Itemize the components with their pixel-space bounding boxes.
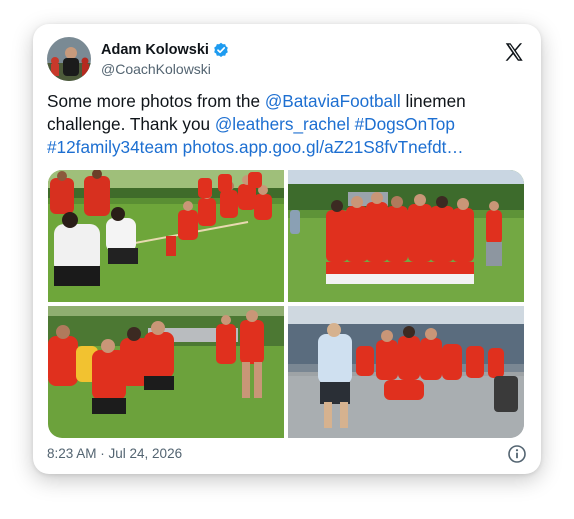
hashtag-dogsontop[interactable]: #DogsOnTop [355,114,455,134]
avatar[interactable] [47,37,91,81]
timestamp[interactable]: 8:23 AM · Jul 24, 2026 [47,446,182,461]
mention-leathers-rachel[interactable]: @leathers_rachel [215,114,350,134]
display-name[interactable]: Adam Kolowski [101,42,209,58]
photo-grid [48,170,524,438]
photo-team-group[interactable] [288,170,524,302]
name-row: Adam Kolowski [101,42,229,58]
photos-link[interactable]: photos.app.goo.gl/aZ21S8fvTnefdt… [183,137,464,157]
user-handle[interactable]: @CoachKolowski [101,61,211,77]
x-logo-icon[interactable] [503,41,525,63]
tweet-footer: 8:23 AM · Jul 24, 2026 [47,444,527,466]
hashtag-12family34team[interactable]: #12family34team [47,137,178,157]
tweet-header: Adam Kolowski @CoachKolowski [47,37,527,81]
verified-badge-icon [213,42,229,58]
post-text-prefix: Some more photos from the [47,91,265,111]
post-text: Some more photos from the @BataviaFootba… [47,90,527,159]
photo-tug-of-war[interactable] [48,170,284,302]
info-icon[interactable] [507,444,527,464]
mention-batavia-football[interactable]: @BataviaFootball [265,91,401,111]
photo-coach-and-players[interactable] [288,306,524,438]
tweet-card[interactable]: Adam Kolowski @CoachKolowski Some more p… [33,24,541,474]
photo-tug-of-war-close[interactable] [48,306,284,438]
